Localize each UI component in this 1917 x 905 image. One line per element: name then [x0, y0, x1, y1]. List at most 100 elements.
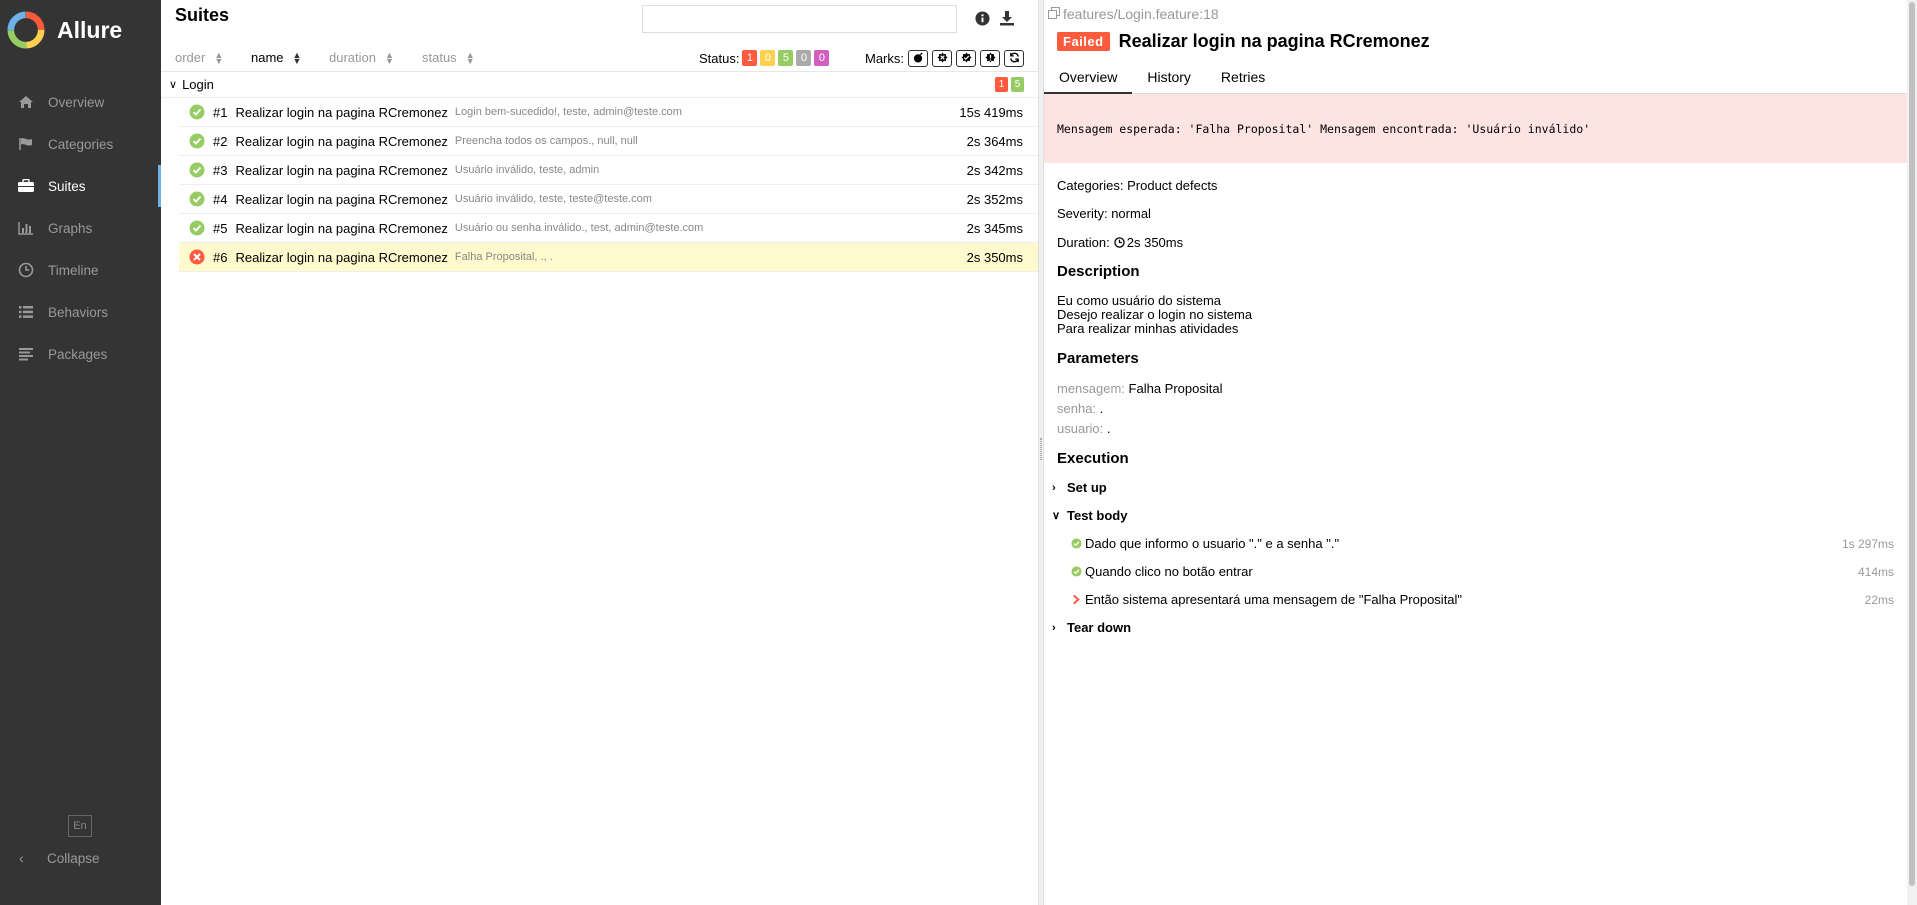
execution-heading: Execution: [1057, 450, 1129, 467]
sidebar-item-overview[interactable]: Overview: [0, 81, 161, 123]
test-name: Realizar login na pagina RCremonez: [235, 104, 448, 120]
sort-order-button[interactable]: order ▲ ▼: [175, 50, 223, 65]
parameter-value: Falha Proposital: [1128, 381, 1223, 396]
teardown-label: Tear down: [1067, 620, 1132, 635]
search-input[interactable]: [642, 5, 957, 33]
passed-icon: [189, 220, 205, 236]
page-title: Suites: [175, 5, 230, 25]
info-icon[interactable]: [973, 9, 991, 27]
download-icon[interactable]: [998, 9, 1016, 27]
retry-icon: [1009, 51, 1020, 66]
briefcase-icon: [16, 178, 36, 194]
sidebar-item-suites[interactable]: Suites: [0, 165, 161, 207]
chevron-right-failed-icon: [1073, 594, 1080, 605]
table-row[interactable]: #2 Realizar login na pagina RCremonez Pr…: [179, 127, 1038, 156]
clock-icon: [16, 262, 36, 278]
suite-group[interactable]: ∨ Login 1 5: [161, 72, 1038, 98]
severity-label: Severity:: [1057, 206, 1108, 221]
passed-icon: [189, 133, 205, 149]
step-row[interactable]: Dado que informo o usuario "." e a senha…: [1071, 536, 1894, 551]
table-row[interactable]: #5 Realizar login na pagina RCremonez Us…: [179, 214, 1038, 243]
status-filter-passed[interactable]: 5: [778, 50, 794, 66]
sidebar-item-timeline[interactable]: Timeline: [0, 249, 161, 291]
test-results-list: #1 Realizar login na pagina RCremonez Lo…: [179, 98, 1038, 272]
mark-flaky-button[interactable]: [908, 49, 928, 67]
suite-group-counts: 1 5: [992, 77, 1024, 92]
test-duration: 2s 352ms: [966, 191, 1023, 207]
collapse-button[interactable]: ‹ Collapse: [0, 845, 100, 871]
setup-label: Set up: [1067, 480, 1107, 495]
sidebar-item-label: Packages: [48, 346, 108, 362]
scrollbar-thumb[interactable]: [1909, 2, 1915, 886]
tab-retries[interactable]: Retries: [1206, 64, 1280, 94]
sort-arrows-icon: ▲ ▼: [384, 49, 394, 66]
detail-scrollbar[interactable]: [1907, 0, 1917, 905]
parameter-key: mensagem:: [1057, 381, 1125, 396]
mark-new-broken-button[interactable]: [980, 49, 1000, 67]
sort-status-button[interactable]: status ▲ ▼: [422, 50, 475, 65]
test-number: #4: [213, 191, 228, 207]
group-failed-count: 1: [995, 77, 1008, 92]
status-filter-broken[interactable]: 0: [760, 50, 776, 66]
home-icon: [16, 94, 36, 110]
status-filter-skipped[interactable]: 0: [796, 50, 812, 66]
categories-value: Product defects: [1127, 178, 1218, 193]
sidebar: Allure Overview Categories Suites Graphs…: [0, 0, 161, 905]
chevron-left-icon: ‹: [19, 850, 24, 866]
test-detail-pane: features/Login.feature:18 Failed Realiza…: [1044, 0, 1907, 905]
allure-logo-icon: [7, 11, 45, 49]
clock-icon: [1114, 237, 1125, 248]
test-number: #6: [213, 249, 228, 265]
mark-new-passed-button[interactable]: [956, 49, 976, 67]
status-filter-unknown[interactable]: 0: [814, 50, 830, 66]
status-filter-label: Status:: [699, 50, 740, 66]
status-filter: Status: 1 0 5 0 0: [699, 44, 830, 72]
language-switcher[interactable]: En: [68, 815, 92, 837]
new-failed-icon: [936, 51, 948, 66]
description-heading: Description: [1057, 263, 1140, 280]
step-duration: 414ms: [1857, 564, 1894, 579]
error-message[interactable]: Mensagem esperada: 'Falha Proposital' Me…: [1044, 94, 1907, 163]
teardown-section[interactable]: › Tear down: [1052, 620, 1131, 635]
sidebar-item-label: Graphs: [48, 220, 93, 236]
mark-new-failed-button[interactable]: [932, 49, 952, 67]
test-duration: 2s 350ms: [966, 249, 1023, 265]
table-row-selected[interactable]: #6 Realizar login na pagina RCremonez Fa…: [179, 243, 1038, 272]
logo[interactable]: Allure: [0, 0, 161, 60]
step-name: Quando clico no botão entrar: [1085, 564, 1253, 579]
test-name: Realizar login na pagina RCremonez: [235, 162, 448, 178]
sort-duration-label: duration: [329, 50, 376, 65]
sidebar-item-behaviors[interactable]: Behaviors: [0, 291, 161, 333]
test-number: #3: [213, 162, 228, 178]
mark-retries-button[interactable]: [1004, 49, 1024, 67]
table-row[interactable]: #1 Realizar login na pagina RCremonez Lo…: [179, 98, 1038, 127]
parameter-value: .: [1099, 401, 1104, 416]
collapse-label: Collapse: [47, 850, 100, 866]
test-path[interactable]: features/Login.feature:18: [1048, 6, 1219, 22]
tab-history[interactable]: History: [1132, 64, 1206, 94]
test-body-section[interactable]: ∨ Test body: [1052, 508, 1127, 523]
sidebar-item-packages[interactable]: Packages: [0, 333, 161, 375]
severity-info: Severity: normal: [1057, 206, 1151, 221]
sidebar-nav: Overview Categories Suites Graphs Timeli…: [0, 81, 161, 375]
sort-arrows-icon: ▲ ▼: [292, 49, 302, 66]
sort-order-label: order: [175, 50, 206, 65]
step-row[interactable]: Quando clico no botão entrar 414ms: [1071, 564, 1894, 579]
test-body-label: Test body: [1067, 508, 1128, 523]
sort-name-button[interactable]: name ▲ ▼: [251, 50, 301, 65]
sidebar-item-label: Overview: [48, 94, 105, 110]
flag-icon: [16, 136, 36, 152]
step-row-failed[interactable]: Então sistema apresentará uma mensagem d…: [1071, 592, 1894, 607]
chevron-down-icon: ∨: [1052, 510, 1061, 522]
table-row[interactable]: #4 Realizar login na pagina RCremonez Us…: [179, 185, 1038, 214]
sidebar-item-categories[interactable]: Categories: [0, 123, 161, 165]
sidebar-item-graphs[interactable]: Graphs: [0, 207, 161, 249]
table-row[interactable]: #3 Realizar login na pagina RCremonez Us…: [179, 156, 1038, 185]
severity-value: normal: [1111, 206, 1151, 221]
sort-duration-button[interactable]: duration ▲ ▼: [329, 50, 394, 65]
step-duration: 1s 297ms: [1841, 536, 1894, 551]
failed-icon: [189, 249, 205, 265]
tab-overview[interactable]: Overview: [1044, 64, 1133, 94]
status-filter-failed[interactable]: 1: [742, 50, 758, 66]
setup-section[interactable]: › Set up: [1052, 480, 1107, 495]
